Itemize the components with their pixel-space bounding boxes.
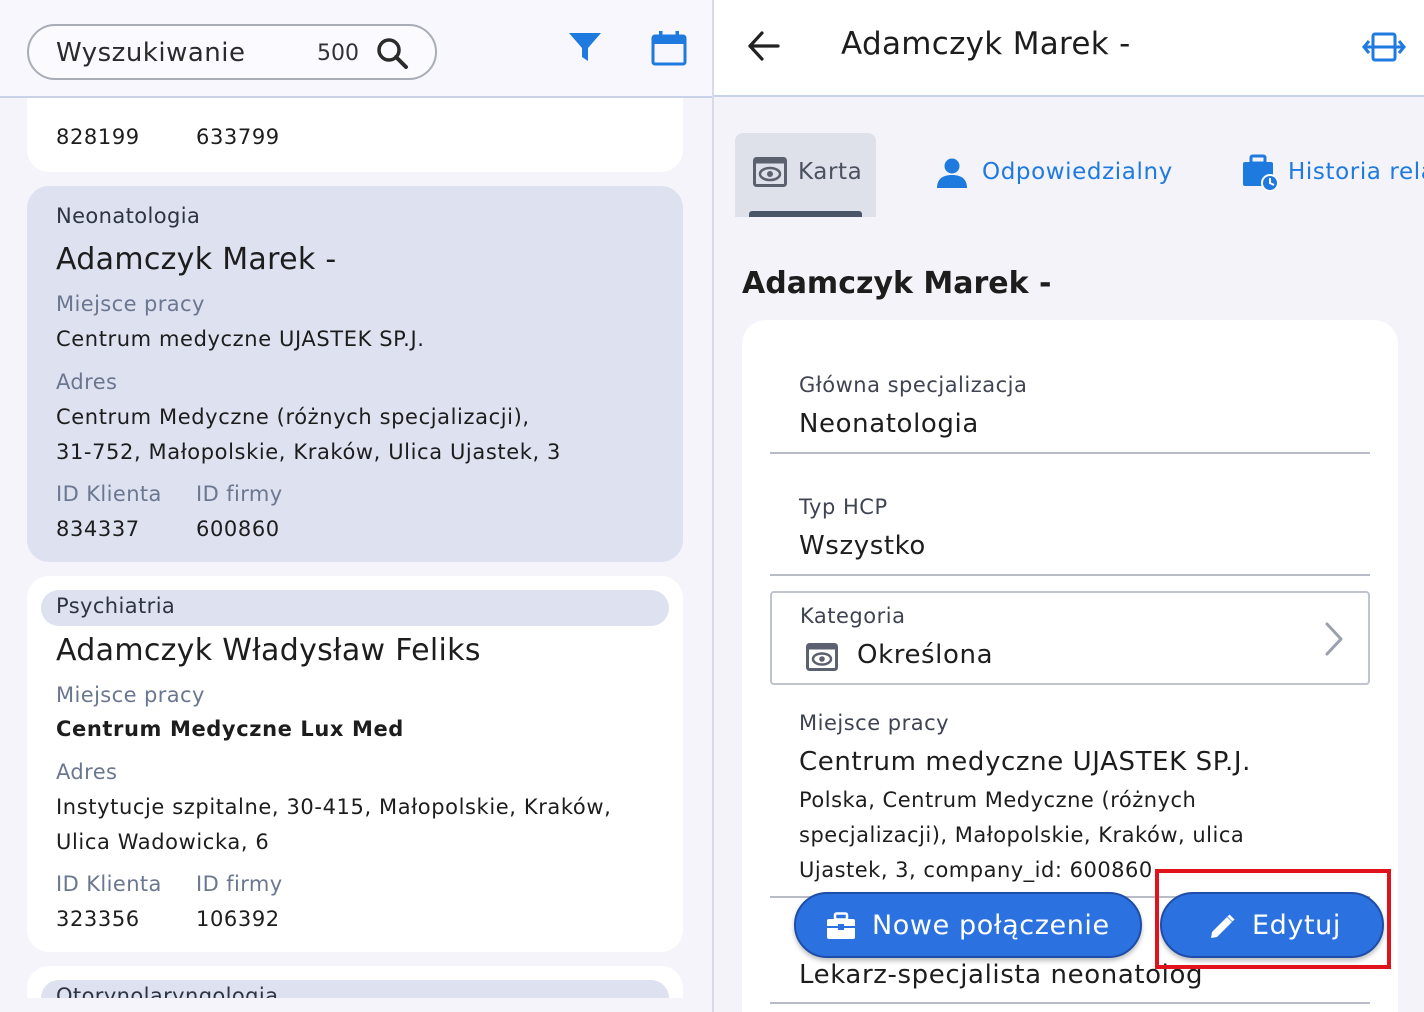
company-id-label: ID firmy <box>196 482 283 506</box>
new-connection-label: Nowe połączenie <box>872 910 1110 941</box>
category-label: Kategoria <box>800 604 906 628</box>
search-placeholder: Wyszukiwanie <box>56 38 246 68</box>
eye-card-icon <box>753 157 787 187</box>
specialization-label: Psychiatria <box>56 594 176 618</box>
workplace-detail-line-3: Ujastek, 3, company_id: 600860 <box>799 858 1153 882</box>
workplace-detail-line-2: specjalizacji), Małopolskie, Kraków, uli… <box>799 823 1245 847</box>
address-line-1: Centrum Medyczne (różnych specjalizacji)… <box>56 405 530 429</box>
search-icon[interactable] <box>375 36 409 70</box>
specialization-label: Neonatologia <box>56 204 201 228</box>
workplace-label: Miejsce pracy <box>799 711 950 735</box>
doctor-name: Adamczyk Marek - <box>56 242 337 277</box>
address-line-2: 31-752, Małopolskie, Kraków, Ulica Ujast… <box>56 440 561 464</box>
list-bottom-mask <box>0 998 712 1012</box>
workplace-label: Miejsce pracy <box>56 292 205 316</box>
workplace-value: Centrum Medyczne Lux Med <box>56 717 404 741</box>
address-label: Adres <box>56 760 118 784</box>
divider <box>770 574 1370 576</box>
address-line-2: Ulica Wadowicka, 6 <box>56 830 270 854</box>
briefcase-clock-icon <box>1243 154 1279 192</box>
client-id-value: 323356 <box>56 907 140 931</box>
list-item-selected[interactable]: Neonatologia Adamczyk Marek - Miejsce pr… <box>27 186 683 562</box>
workplace-detail-line-1: Polska, Centrum Medyczne (różnych <box>799 788 1197 812</box>
list-header: Wyszukiwanie 500 <box>0 0 712 98</box>
tab-label: Odpowiedzialny <box>982 159 1173 185</box>
hcp-type-label: Typ HCP <box>799 495 888 519</box>
detail-pane: Adamczyk Marek - Karta Odpowiedzialny Hi… <box>712 0 1424 1012</box>
briefcase-icon <box>827 912 855 939</box>
company-id-value: 600860 <box>196 517 280 541</box>
client-id-label: ID Klienta <box>56 482 162 506</box>
detail-title: Adamczyk Marek - <box>841 26 1131 62</box>
new-connection-button[interactable]: Nowe połączenie <box>794 892 1142 958</box>
specialist-value: Lekarz-specjalista neonatolog <box>799 960 1204 990</box>
client-id-label: ID Klienta <box>56 872 162 896</box>
category-field[interactable]: Kategoria Określona <box>770 591 1370 685</box>
results-pane: 828199 633799 Neonatologia Adamczyk Mare… <box>0 0 712 1012</box>
chevron-right-icon <box>1325 622 1343 656</box>
search-input[interactable]: Wyszukiwanie 500 <box>27 24 437 80</box>
tab-odpowiedzialny[interactable]: Odpowiedzialny <box>936 133 1176 217</box>
tab-karta[interactable]: Karta <box>735 133 876 217</box>
eye-card-icon <box>806 643 838 671</box>
workplace-value: Centrum medyczne UJASTEK SP.J. <box>56 327 425 351</box>
hcp-type-value: Wszystko <box>799 531 926 561</box>
back-arrow-icon[interactable] <box>746 28 782 64</box>
category-value: Określona <box>857 640 994 670</box>
address-label: Adres <box>56 370 118 394</box>
address-line-1: Instytucje szpitalne, 30-415, Małopolski… <box>56 795 612 819</box>
list-item[interactable]: Psychiatria Adamczyk Władysław Feliks Mi… <box>27 576 683 952</box>
company-id-label: ID firmy <box>196 872 283 896</box>
workplace-label: Miejsce pracy <box>56 683 205 707</box>
expand-panel-icon[interactable] <box>1362 28 1406 66</box>
divider <box>770 452 1370 454</box>
client-id-value: 834337 <box>56 517 140 541</box>
tab-label: Historia rela <box>1288 159 1424 185</box>
section-title: Adamczyk Marek - <box>742 266 1052 301</box>
main-spec-label: Główna specjalizacja <box>799 373 1028 397</box>
tab-historia[interactable]: Historia rela <box>1241 133 1424 217</box>
company-id-value: 633799 <box>196 125 280 149</box>
divider <box>770 1002 1370 1004</box>
tab-label: Karta <box>798 159 863 185</box>
workplace-value: Centrum medyczne UJASTEK SP.J. <box>799 747 1251 777</box>
person-icon <box>937 158 967 188</box>
client-id-value: 828199 <box>56 125 140 149</box>
filter-icon[interactable] <box>567 30 603 66</box>
specialization-pill: Psychiatria <box>41 590 669 626</box>
result-count: 500 <box>317 41 359 66</box>
active-tab-indicator <box>749 211 862 217</box>
doctor-name: Adamczyk Władysław Feliks <box>56 633 481 668</box>
highlight-box <box>1155 869 1391 969</box>
calendar-icon[interactable] <box>651 30 687 66</box>
main-spec-value: Neonatologia <box>799 409 979 439</box>
detail-header: Adamczyk Marek - <box>714 0 1424 97</box>
company-id-value: 106392 <box>196 907 280 931</box>
